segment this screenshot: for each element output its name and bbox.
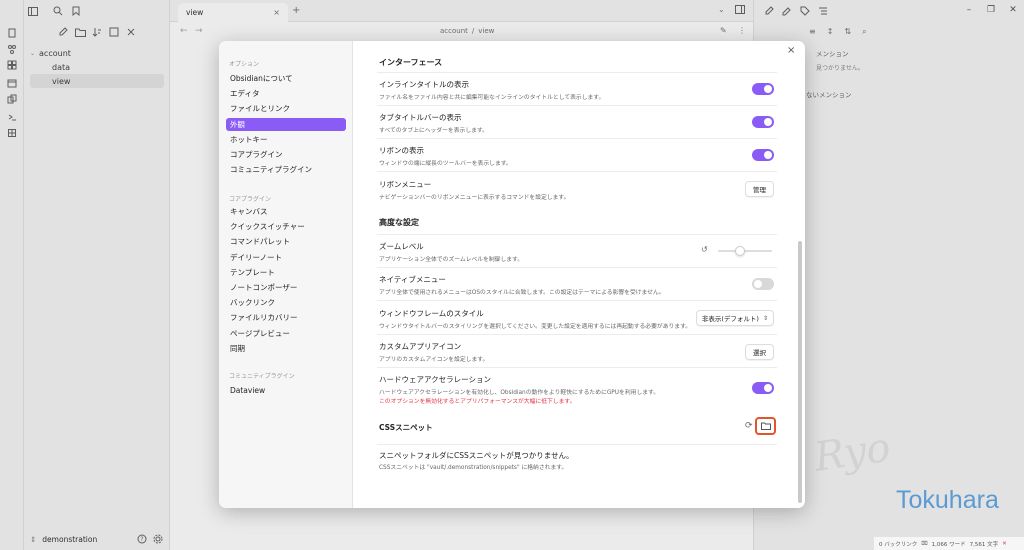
settings-nav-item[interactable]: デイリーノート xyxy=(226,251,346,264)
setting-window-frame: ウィンドウフレームのスタイル ウィンドウタイトルバーのスタイリングを選択してくだ… xyxy=(377,300,777,334)
setting-ribbon-menu: リボンメニュー ナビゲーションバーのリボンメニューに表示するコマンドを設定します… xyxy=(377,171,777,205)
backlink-count[interactable]: 0 バックリンク xyxy=(879,540,917,548)
css-snippets-title: CSSスニペット xyxy=(379,423,433,432)
setting-desc: すべてのタブ上にヘッダーを表示します。 xyxy=(379,128,488,134)
setting-name: タブタイトルバーの表示 xyxy=(379,113,462,122)
settings-nav-item[interactable]: エディタ xyxy=(226,87,346,100)
nav-header-options: オプション xyxy=(229,61,260,68)
setting-custom-icon: カスタムアプリアイコン アプリのカスタムアイコンを設定します。 選択 xyxy=(377,334,777,367)
watermark-name: Tokuhara xyxy=(896,486,999,514)
zoom-slider[interactable] xyxy=(718,246,772,256)
settings-nav-item[interactable]: 同期 xyxy=(226,342,346,355)
setting-desc: アプリケーション全体でのズームレベルを制御します。 xyxy=(379,257,524,263)
setting-name: ズームレベル xyxy=(379,242,424,251)
setting-desc: ハードウェアアクセラレーションを有効化し、Obsidianの動作をより軽快にする… xyxy=(379,390,660,396)
settings-nav-item[interactable]: ファイルリカバリー xyxy=(226,311,346,324)
nav-header-community: コミュニティプラグイン xyxy=(229,373,295,380)
settings-nav-item[interactable]: Obsidianについて xyxy=(226,72,346,85)
setting-hw-accel: ハードウェアアクセラレーション ハードウェアアクセラレーションを有効化し、Obs… xyxy=(377,367,777,407)
manage-button[interactable]: 管理 xyxy=(745,181,774,197)
settings-nav-item[interactable]: テンプレート xyxy=(226,266,346,279)
setting-desc: ウィンドウタイトルバーのスタイリングを選択してください。変更した設定を適用するに… xyxy=(379,324,692,330)
folder-icon xyxy=(760,422,771,430)
settings-modal: オプション Obsidianについて エディタファイルとリンク 外観ホットキーコアプ… xyxy=(219,41,805,508)
native-menu-toggle[interactable] xyxy=(752,278,774,290)
setting-desc: アプリのカスタムアイコンを設定します。 xyxy=(379,357,489,363)
settings-nav-item[interactable]: コミュニティプラグイン xyxy=(226,163,346,176)
char-count: 7,561 文字 xyxy=(969,541,999,548)
nav-header-core: コアプラグイン xyxy=(229,196,272,203)
settings-nav-item[interactable]: ファイルとリンク xyxy=(226,102,346,115)
setting-desc: CSSスニペットは "vault/.demonstration/snippets… xyxy=(379,465,568,471)
setting-warning: このオプションを無効化するとアプリパフォーマンスが大幅に低下します。 xyxy=(379,399,576,405)
setting-name: スニペットフォルダにCSSスニペットが見つかりません。 xyxy=(379,451,574,460)
setting-name: ハードウェアアクセラレーション xyxy=(379,375,491,384)
zoom-slider-handle[interactable] xyxy=(734,246,745,256)
reload-icon[interactable]: ⟳ xyxy=(745,421,753,431)
select-button[interactable]: 選択 xyxy=(745,344,774,360)
settings-nav-item[interactable]: 外観 xyxy=(226,117,346,131)
setting-name: ネイティブメニュー xyxy=(379,275,446,284)
window-frame-select[interactable]: 非表示(デフォルト) ⇕ xyxy=(695,310,774,326)
setting-desc: ウィンドウの端に縦長のツールバーを表示します。 xyxy=(379,161,512,167)
setting-name: リボンメニュー xyxy=(379,180,432,189)
tab-title-bar-toggle[interactable] xyxy=(752,116,774,128)
setting-name: ウィンドウフレームのスタイル xyxy=(379,309,484,318)
settings-nav-item[interactable]: Dataview xyxy=(226,384,346,397)
watermark-script: Ryo xyxy=(811,424,894,481)
hw-accel-toggle[interactable] xyxy=(752,382,774,394)
setting-zoom: ズームレベル アプリケーション全体でのズームレベルを制御します。 ↺ xyxy=(377,234,777,267)
css-snippets-empty: スニペットフォルダにCSSスニペットが見つかりません。 CSSスニペットは "v… xyxy=(377,444,777,474)
ribbon-show-toggle[interactable] xyxy=(752,149,774,161)
setting-name: リボンの表示 xyxy=(379,146,424,155)
select-value: 非表示(デフォルト) xyxy=(701,315,759,323)
updown-icon: ⇕ xyxy=(762,314,768,322)
close-icon[interactable]: × xyxy=(787,45,795,56)
setting-desc: ナビゲーションバーのリボンメニューに表示するコマンドを設定します。 xyxy=(379,195,570,201)
setting-tab-title-bar: タブタイトルバーの表示 すべてのタブ上にヘッダーを表示します。 xyxy=(377,105,777,138)
settings-nav-item[interactable]: クイックスイッチャー xyxy=(226,220,346,233)
settings-nav: オプション Obsidianについて エディタファイルとリンク 外観ホットキーコアプ… xyxy=(219,41,353,508)
settings-nav-item[interactable]: キャンバス xyxy=(226,205,346,218)
settings-nav-item[interactable]: バックリンク xyxy=(226,296,346,309)
open-snippets-folder-button[interactable] xyxy=(755,417,776,435)
section-interface: インターフェース xyxy=(379,58,443,67)
css-snippets-header: CSSスニペット ⟳ xyxy=(377,407,777,444)
settings-nav-item[interactable]: コアプラグイン xyxy=(226,148,346,161)
book-icon[interactable]: ⌧ xyxy=(921,541,927,547)
setting-native-menu: ネイティブメニュー アプリ全体で使用されるメニューはOSのスタイルに合致します。… xyxy=(377,267,777,300)
scrollbar[interactable] xyxy=(798,241,802,503)
section-advanced: 高度な設定 xyxy=(379,218,419,227)
reset-zoom-icon[interactable]: ↺ xyxy=(701,245,708,254)
setting-desc: アプリ全体で使用されるメニューはOSのスタイルに合致します。この設定はテーマによ… xyxy=(379,290,665,296)
word-count: 1,066 ワード xyxy=(931,541,966,548)
setting-name: カスタムアプリアイコン xyxy=(379,342,462,351)
settings-nav-item[interactable]: ホットキー xyxy=(226,133,346,146)
settings-content: × インターフェース インラインタイトルの表示 ファイル名をファイル内容と共に編… xyxy=(353,41,805,508)
sync-status-icon[interactable]: ✕ xyxy=(1002,541,1007,547)
setting-ribbon-show: リボンの表示 ウィンドウの端に縦長のツールバーを表示します。 xyxy=(377,138,777,171)
setting-desc: ファイル名をファイル内容と共に編集可能なインラインのタイトルとして表示します。 xyxy=(379,95,605,101)
setting-name: インラインタイトルの表示 xyxy=(379,80,469,89)
settings-nav-item[interactable]: ノートコンポーザー xyxy=(226,281,346,294)
inline-title-toggle[interactable] xyxy=(752,83,774,95)
setting-inline-title: インラインタイトルの表示 ファイル名をファイル内容と共に編集可能なインラインのタ… xyxy=(377,72,777,105)
settings-nav-item[interactable]: コマンドパレット xyxy=(226,235,346,248)
status-bar: 0 バックリンク ⌧ 1,066 ワード 7,561 文字 ✕ xyxy=(874,537,1024,550)
settings-nav-item[interactable]: ページプレビュー xyxy=(226,327,346,340)
